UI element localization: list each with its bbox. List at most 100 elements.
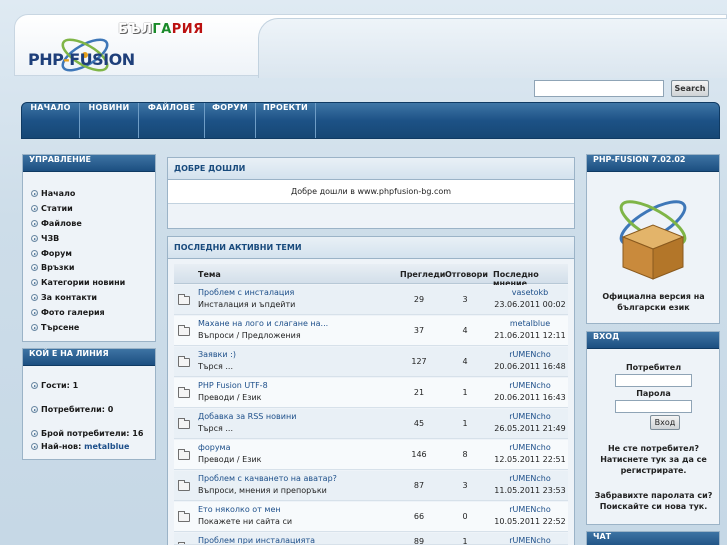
- welcome-text: Добре дошли в www.phpfusion-bg.com: [168, 180, 574, 204]
- last-post-user[interactable]: rUMENcho: [492, 443, 568, 452]
- topic-replies: 1: [462, 537, 468, 545]
- bullet-icon: [31, 279, 38, 286]
- welcome-panel: ДОБРЕ ДОШЛИ Добре дошли в www.phpfusion-…: [167, 157, 575, 229]
- last-post-user[interactable]: rUMENcho: [492, 350, 568, 359]
- topic-link[interactable]: форума: [198, 443, 230, 452]
- last-post-user[interactable]: rUMENcho: [492, 412, 568, 421]
- logo-country-text: БЪЛГАРИЯ: [118, 22, 204, 37]
- forgot-password-link[interactable]: Забравихте паролата си? Поискайте си нов…: [587, 490, 720, 512]
- table-row: Махане на лого и слагане на... Въпроси /…: [174, 316, 568, 346]
- panel-title: ДОБРЕ ДОШЛИ: [168, 158, 574, 180]
- menu-item-contact[interactable]: За контакти: [31, 293, 97, 302]
- topic-views: 45: [413, 419, 425, 428]
- topic-link[interactable]: Заявки :): [198, 350, 236, 359]
- bullet-icon: [31, 430, 38, 437]
- folder-icon: [178, 294, 190, 305]
- username-input[interactable]: [615, 374, 692, 387]
- menu-item-news-categories[interactable]: Категории новини: [31, 278, 125, 287]
- newest-member-link[interactable]: metalblue: [84, 442, 129, 451]
- menu-item-forum[interactable]: Форум: [31, 249, 72, 258]
- topic-forum: Въпроси, мнения и препоръки: [198, 486, 327, 495]
- bullet-icon: [31, 190, 38, 197]
- topic-link[interactable]: Проблем с качването на аватар?: [198, 474, 337, 483]
- password-label: Парола: [636, 389, 671, 398]
- menu-item-search[interactable]: Търсене: [31, 323, 79, 332]
- version-caption: Официална версия на български език: [602, 292, 705, 312]
- topic-link[interactable]: PHP Fusion UTF-8: [198, 381, 268, 390]
- table-row: PHP Fusion UTF-8 Преводи / Език 21 1 rUM…: [174, 378, 568, 408]
- login-panel: ВХОД Потребител Парола Вход Не сте потре…: [586, 331, 720, 525]
- topic-replies: 8: [462, 450, 468, 459]
- table-row: Проблем с качването на аватар? Въпроси, …: [174, 471, 568, 501]
- topic-forum: Въпроси / Предложения: [198, 331, 301, 340]
- table-row: форума Преводи / Език 146 8 rUMENcho 12.…: [174, 440, 568, 470]
- product-box-icon: [619, 200, 687, 280]
- navigation-panel: УПРАВЛЕНИЕ Начало Статии Файлове ЧЗВ Фор…: [22, 154, 156, 342]
- bullet-icon: [31, 443, 38, 450]
- panel-title: ЧАТ: [587, 532, 719, 545]
- topic-replies: 1: [462, 419, 468, 428]
- topic-replies: 4: [462, 357, 468, 366]
- main-navigation: НАЧАЛО НОВИНИ ФАЙЛОВЕ ФОРУМ ПРОЕКТИ: [21, 102, 720, 139]
- folder-icon: [178, 325, 190, 336]
- last-post-user[interactable]: vasetokb: [492, 288, 568, 297]
- topic-link[interactable]: Проблем при инсталацията: [198, 536, 315, 544]
- menu-item-downloads[interactable]: Файлове: [31, 219, 82, 228]
- bullet-icon: [31, 406, 38, 413]
- password-input[interactable]: [615, 400, 692, 413]
- chat-panel: ЧАТ: [586, 531, 720, 545]
- folder-icon: [178, 387, 190, 398]
- last-post-user[interactable]: metalblue: [492, 319, 568, 328]
- last-post-time: 10.05.2011 22:52: [494, 517, 566, 526]
- topic-forum: Инсталация и ъпдейти: [198, 300, 296, 309]
- last-post-time: 21.06.2011 12:11: [494, 331, 566, 340]
- topic-replies: 4: [462, 326, 468, 335]
- topic-views: 127: [411, 357, 427, 366]
- menu-item-home[interactable]: Начало: [31, 189, 75, 198]
- nav-home[interactable]: НАЧАЛО: [22, 103, 80, 138]
- last-post-user[interactable]: rUMENcho: [492, 536, 568, 544]
- nav-forum[interactable]: ФОРУМ: [205, 103, 256, 138]
- topic-replies: 3: [462, 295, 468, 304]
- menu-item-articles[interactable]: Статии: [31, 204, 73, 213]
- last-post-user[interactable]: rUMENcho: [492, 381, 568, 390]
- register-link[interactable]: Не сте потребител? Натиснете тук за да с…: [587, 443, 720, 476]
- nav-news[interactable]: НОВИНИ: [80, 103, 139, 138]
- nav-downloads[interactable]: ФАЙЛОВЕ: [139, 103, 205, 138]
- topic-link[interactable]: Проблем с инсталация: [198, 288, 294, 297]
- header-replies: Отговори: [445, 270, 489, 279]
- last-post-time: 23.06.2011 00:02: [494, 300, 566, 309]
- table-header: Тема Прегледи Отговори Последно мнение: [174, 264, 568, 288]
- panel-title: КОЙ Е НА ЛИНИЯ: [23, 349, 155, 366]
- panel-title: УПРАВЛЕНИЕ: [23, 155, 155, 172]
- login-button[interactable]: Вход: [650, 415, 680, 430]
- nav-projects[interactable]: ПРОЕКТИ: [256, 103, 316, 138]
- topic-views: 87: [413, 481, 425, 490]
- last-post-user[interactable]: rUMENcho: [492, 474, 568, 483]
- bullet-icon: [31, 264, 38, 271]
- topic-forum: Преводи / Език: [198, 455, 262, 464]
- topic-views: 66: [413, 512, 425, 521]
- username-label: Потребител: [625, 363, 682, 372]
- header-views: Прегледи: [400, 270, 446, 279]
- menu-item-faq[interactable]: ЧЗВ: [31, 234, 59, 243]
- table-row: Проблем с инсталация Инсталация и ъпдейт…: [174, 285, 568, 315]
- last-post-user[interactable]: rUMENcho: [492, 505, 568, 514]
- guests-count: Гости: 1: [31, 381, 78, 390]
- folder-icon: [178, 418, 190, 429]
- table-row: Добавка за RSS новини Търся ... 45 1 rUM…: [174, 409, 568, 439]
- menu-item-links[interactable]: Връзки: [31, 263, 75, 272]
- topic-link[interactable]: Ето няколко от мен: [198, 505, 281, 514]
- topic-replies: 3: [462, 481, 468, 490]
- search-input[interactable]: [534, 80, 664, 97]
- version-panel: PHP-FUSION 7.02.02 Официална версия на б…: [586, 154, 720, 324]
- folder-icon: [178, 480, 190, 491]
- site-logo[interactable]: БЪЛГАРИЯ PHP-FUSION: [28, 22, 218, 82]
- panel-title: ВХОД: [587, 332, 719, 349]
- bullet-icon: [31, 235, 38, 242]
- topic-link[interactable]: Добавка за RSS новини: [198, 412, 296, 421]
- search-button[interactable]: Search: [671, 80, 709, 97]
- topic-link[interactable]: Махане на лого и слагане на...: [198, 319, 328, 328]
- topic-views: 29: [413, 295, 425, 304]
- menu-item-photo-gallery[interactable]: Фото галерия: [31, 308, 105, 317]
